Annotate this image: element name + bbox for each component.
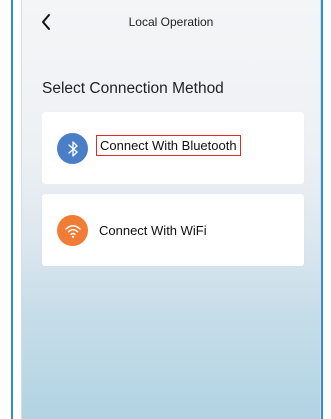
header-bar: Local Operation — [22, 0, 320, 44]
connect-wifi-option[interactable]: Connect With WiFi — [42, 194, 304, 266]
connect-bluetooth-option[interactable]: Connect With Bluetooth — [42, 112, 304, 184]
bluetooth-icon — [57, 133, 88, 164]
right-frame-strip — [321, 0, 331, 419]
wifi-icon — [57, 215, 88, 246]
phone-screen: Local Operation Select Connection Method… — [21, 0, 321, 419]
page-title: Local Operation — [128, 15, 214, 29]
left-frame-strip — [0, 0, 13, 419]
section-title: Select Connection Method — [42, 80, 224, 97]
wifi-option-label: Connect With WiFi — [99, 223, 207, 238]
bluetooth-option-label: Connect With Bluetooth — [96, 135, 241, 156]
